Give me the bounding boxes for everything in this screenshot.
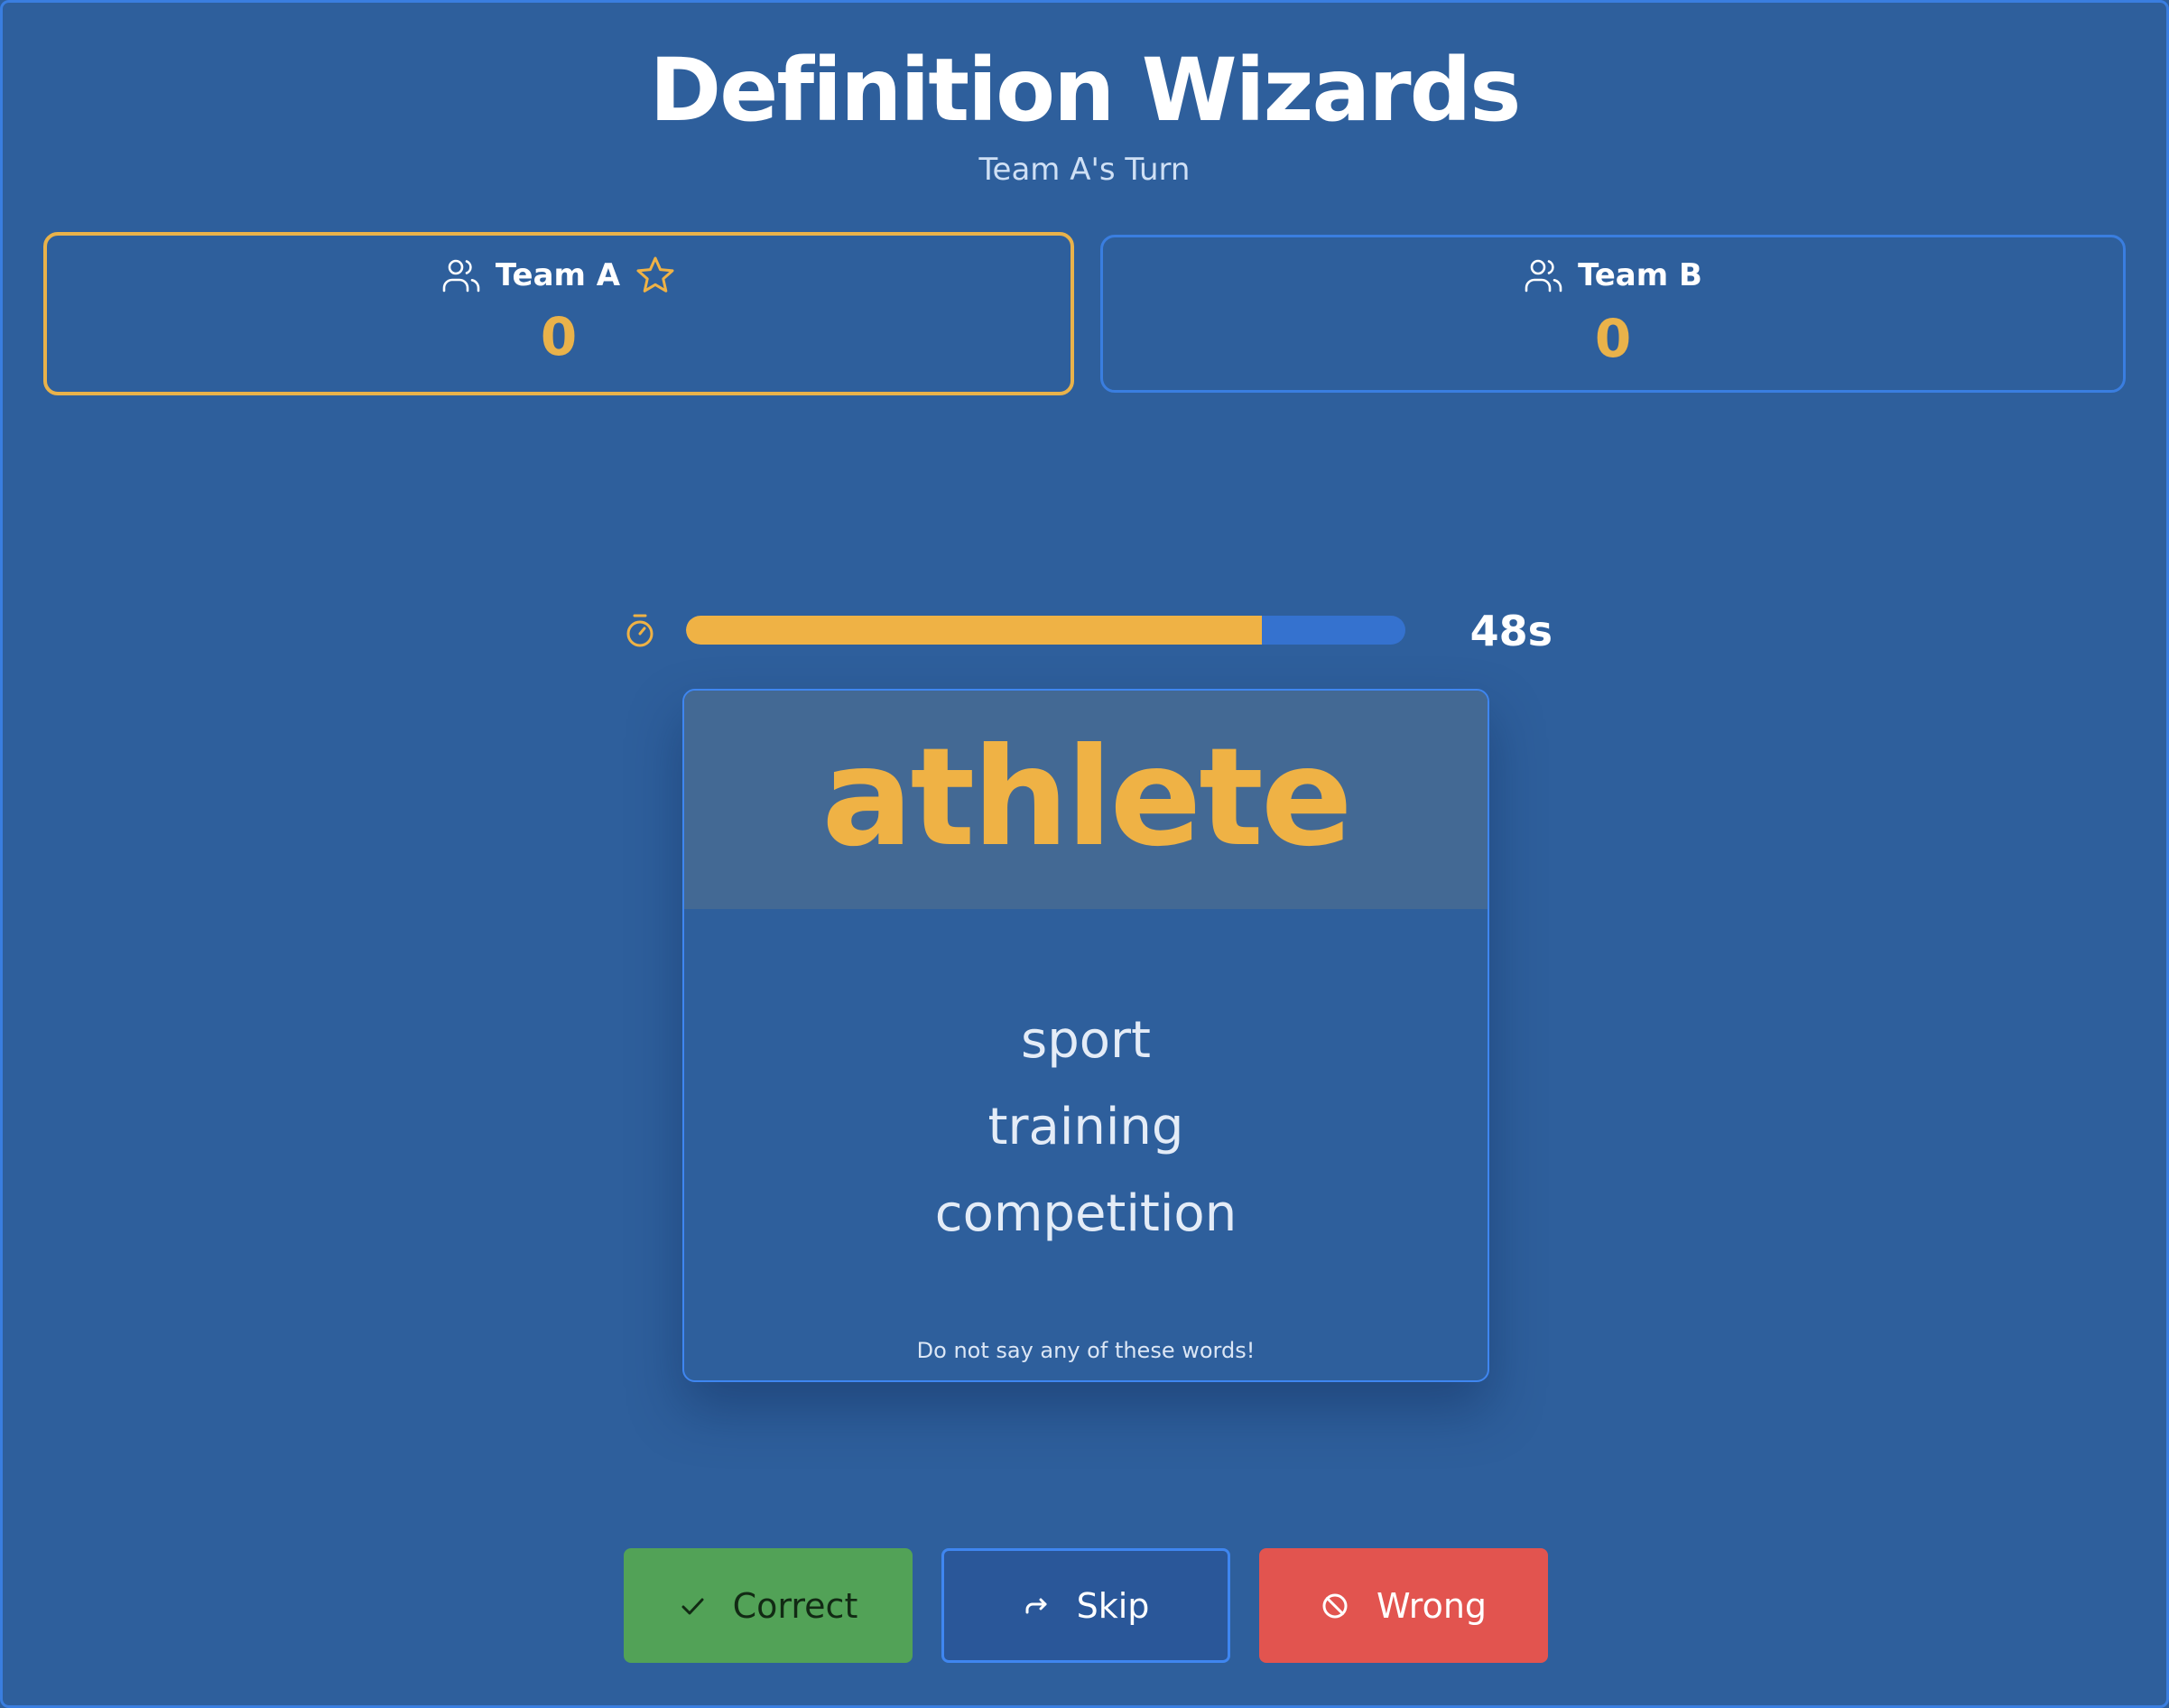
- target-word: athlete: [821, 719, 1352, 877]
- team-b-card: Team B 0: [1100, 235, 2126, 393]
- users-icon: [1524, 257, 1563, 293]
- timer-progress-bar: [686, 616, 1405, 645]
- team-a-header: Team A: [47, 255, 1071, 295]
- team-b-name: Team B: [1578, 257, 1702, 293]
- taboo-word: competition: [934, 1184, 1237, 1243]
- correct-button-label: Correct: [732, 1585, 858, 1626]
- redo-arrow-icon: [1023, 1592, 1050, 1620]
- team-b-score: 0: [1594, 308, 1632, 369]
- taboo-word: training: [987, 1098, 1184, 1156]
- check-icon: [679, 1592, 706, 1620]
- timer-seconds: 48s: [1469, 607, 1553, 655]
- star-icon: [635, 255, 676, 295]
- correct-button[interactable]: Correct: [624, 1548, 913, 1663]
- wrong-button[interactable]: Wrong: [1259, 1548, 1548, 1663]
- ban-icon: [1321, 1592, 1349, 1620]
- skip-button[interactable]: Skip: [941, 1548, 1230, 1663]
- word-card-header: athlete: [684, 691, 1488, 909]
- skip-button-label: Skip: [1076, 1585, 1150, 1626]
- stopwatch-icon: [623, 613, 657, 653]
- turn-indicator: Team A's Turn: [978, 152, 1191, 188]
- users-icon: [441, 257, 481, 293]
- word-card: athlete sport training competition Do no…: [682, 689, 1489, 1382]
- team-b-header: Team B: [1103, 257, 2123, 293]
- card-warning-note: Do not say any of these words!: [916, 1338, 1256, 1363]
- timer: 48s: [0, 605, 2169, 659]
- wrong-button-label: Wrong: [1376, 1585, 1488, 1626]
- taboo-word: sport: [1021, 1011, 1151, 1070]
- team-a-score: 0: [540, 306, 578, 367]
- timer-progress-fill: [686, 616, 1262, 645]
- taboo-word-list: sport training competition: [684, 998, 1488, 1258]
- page-title: Definition Wizards: [649, 40, 1522, 141]
- team-a-name: Team A: [495, 257, 621, 293]
- team-a-card: Team A 0: [43, 232, 1074, 395]
